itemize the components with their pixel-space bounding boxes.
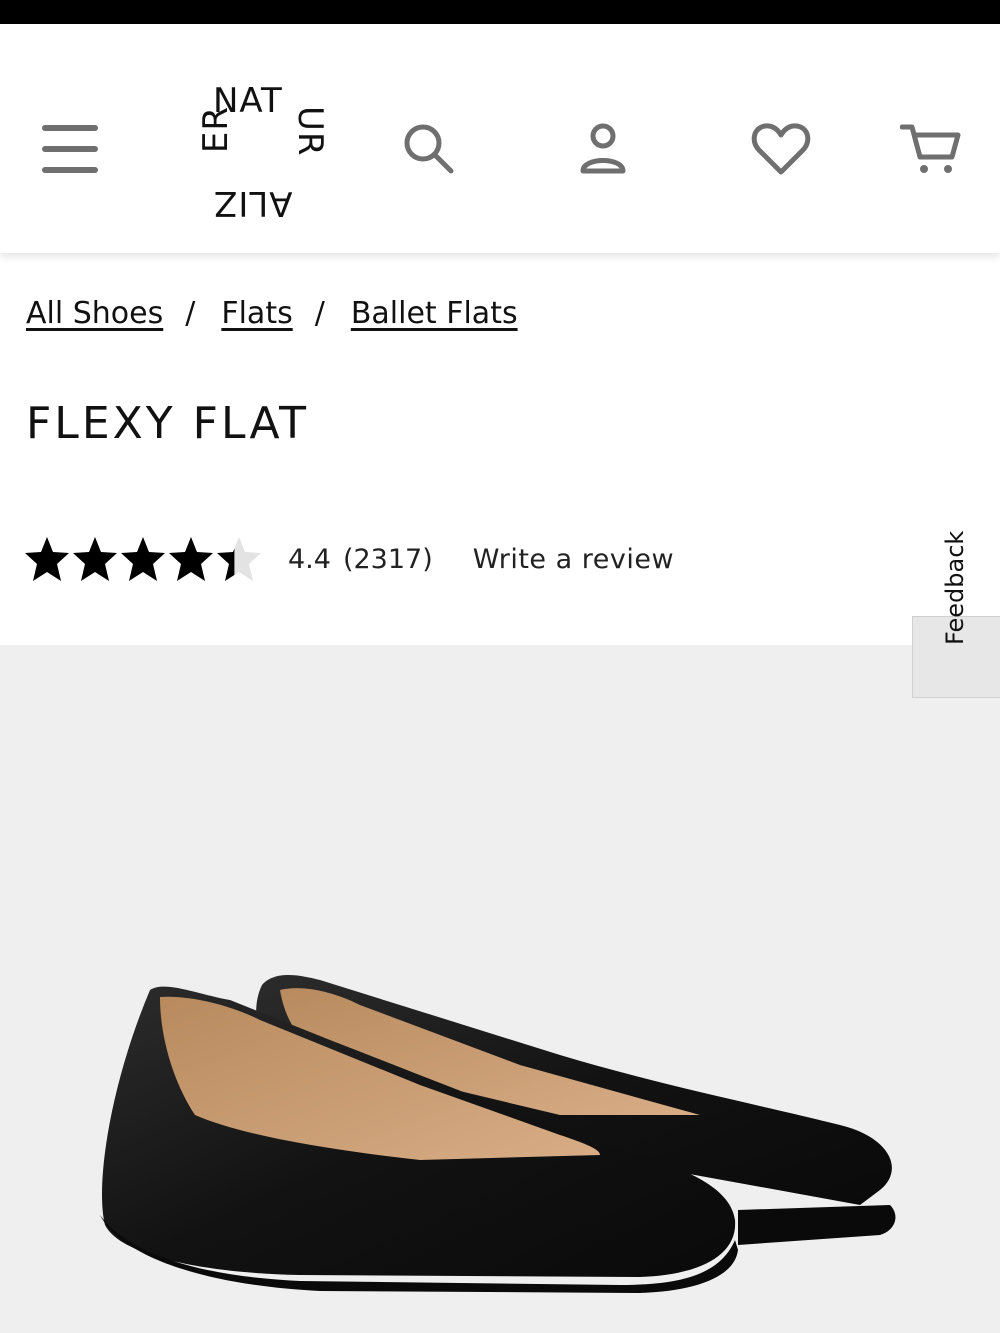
wishlist-button[interactable] bbox=[744, 112, 818, 186]
write-review-link[interactable]: Write a review bbox=[473, 544, 674, 575]
cart-button[interactable] bbox=[894, 112, 968, 186]
search-button[interactable] bbox=[392, 112, 466, 186]
breadcrumb-separator: / bbox=[314, 296, 325, 331]
product-image-gallery[interactable] bbox=[0, 645, 1000, 1333]
product-rating: 4.4 (2317) Write a review bbox=[24, 535, 674, 583]
star-icon bbox=[25, 537, 69, 581]
breadcrumb-link-flats[interactable]: Flats bbox=[221, 296, 292, 331]
account-icon bbox=[580, 123, 626, 174]
menu-button[interactable] bbox=[30, 114, 110, 184]
status-bar bbox=[0, 0, 1000, 24]
product-image bbox=[100, 975, 896, 1293]
star-icon bbox=[73, 537, 117, 581]
site-header: NAT ER UR ALIZ bbox=[0, 24, 1000, 253]
logo-text-bottom: ALIZ bbox=[213, 183, 293, 223]
heart-icon bbox=[751, 123, 811, 175]
menu-icon bbox=[42, 125, 98, 173]
rating-count[interactable]: (2317) bbox=[343, 544, 433, 575]
search-icon bbox=[404, 124, 454, 174]
breadcrumb: All Shoes / Flats / Ballet Flats bbox=[26, 296, 518, 331]
breadcrumb-separator: / bbox=[185, 296, 196, 331]
star-icon bbox=[169, 537, 213, 581]
account-button[interactable] bbox=[566, 112, 640, 186]
feedback-label: Feedback bbox=[941, 530, 969, 645]
star-rating[interactable] bbox=[24, 535, 262, 583]
breadcrumb-link-ballet-flats[interactable]: Ballet Flats bbox=[351, 296, 518, 331]
breadcrumb-link-all-shoes[interactable]: All Shoes bbox=[26, 296, 163, 331]
star-icon bbox=[121, 537, 165, 581]
star-icon bbox=[217, 537, 261, 581]
product-title: FLEXY FLAT bbox=[26, 398, 310, 449]
cart-icon bbox=[900, 124, 961, 173]
brand-logo[interactable]: NAT ER UR ALIZ bbox=[196, 84, 330, 223]
rating-value: 4.4 bbox=[288, 543, 331, 575]
logo-text-right: UR bbox=[290, 106, 330, 157]
feedback-tab[interactable]: Feedback bbox=[912, 531, 1000, 698]
